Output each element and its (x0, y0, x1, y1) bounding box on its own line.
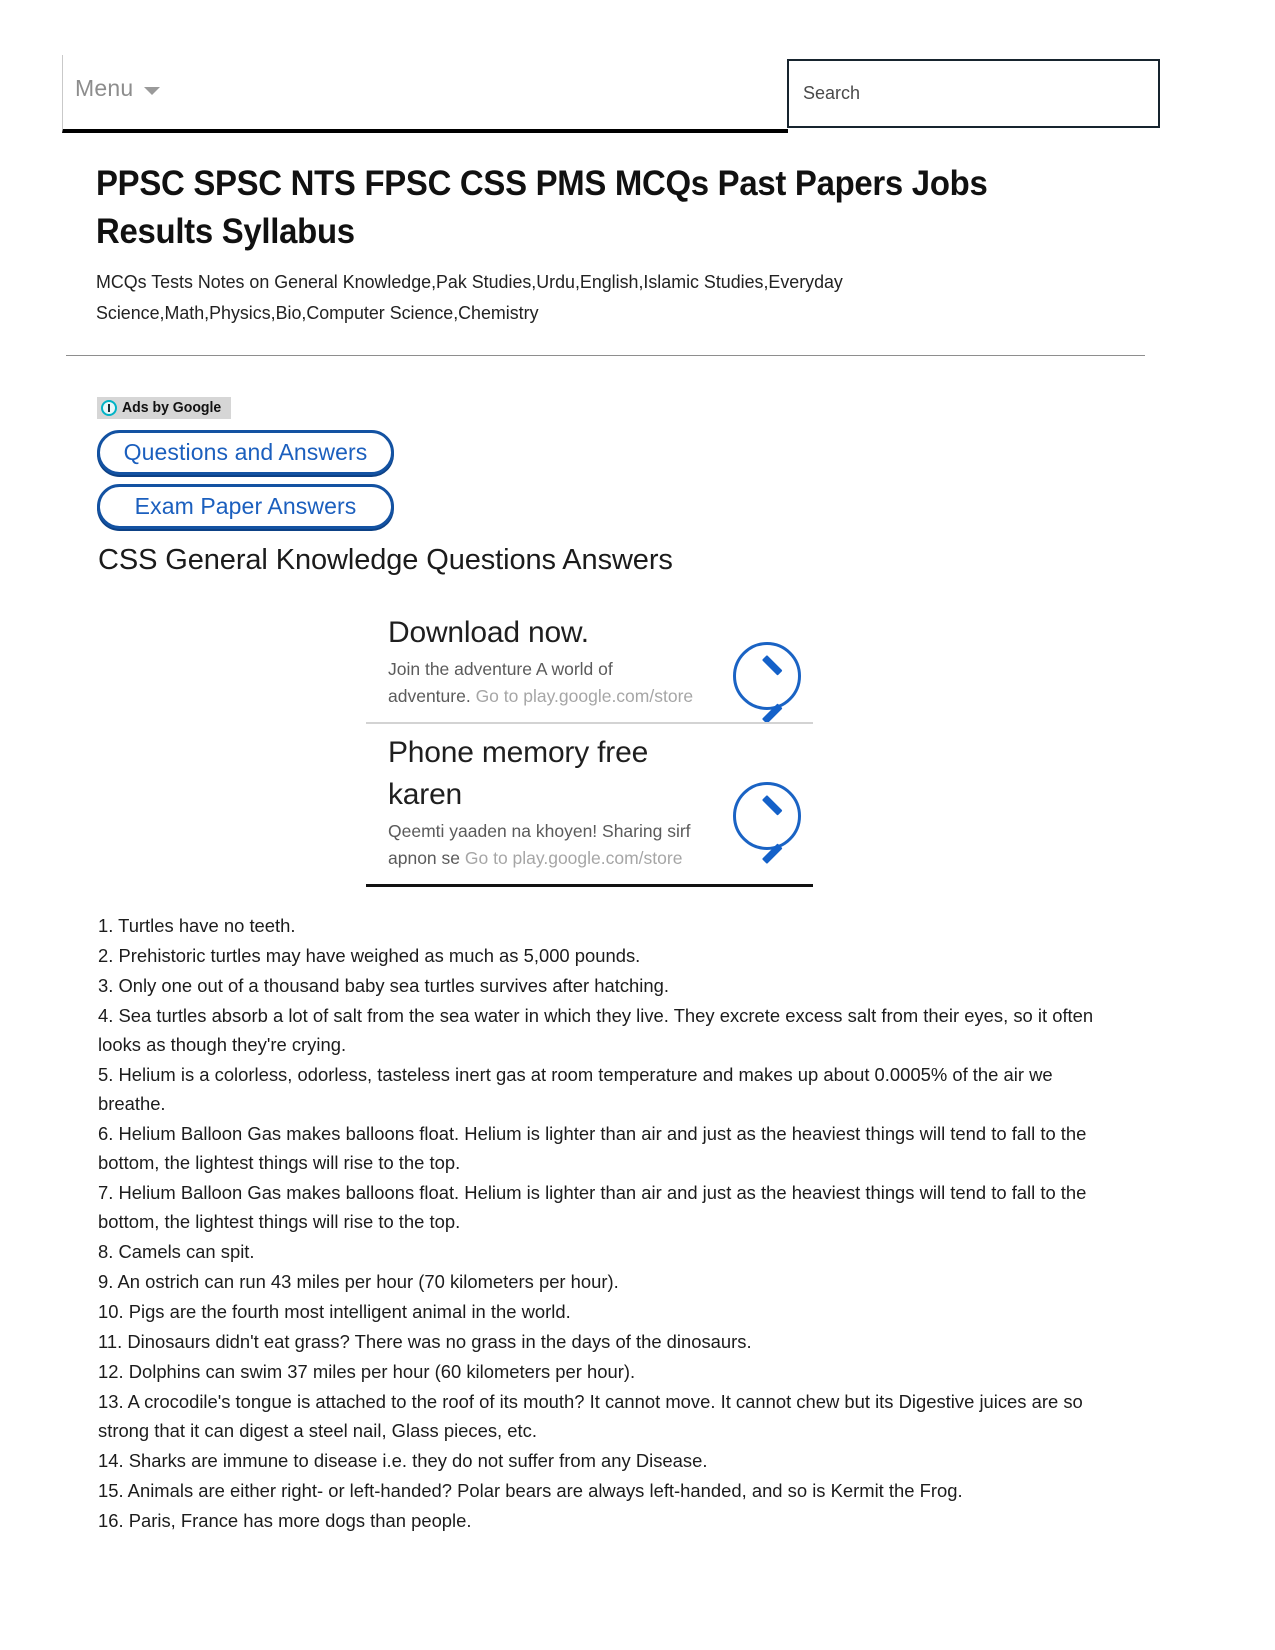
info-circle-icon[interactable] (101, 400, 117, 416)
list-item: 3. Only one out of a thousand baby sea t… (98, 975, 669, 996)
list-item: 16. Paris, France has more dogs than peo… (98, 1510, 472, 1531)
chevron-down-icon (144, 86, 161, 95)
list-item: 4. Sea turtles absorb a lot of salt from… (98, 1005, 1094, 1055)
list-item: 11. Dinosaurs didn't eat grass? There wa… (98, 1331, 752, 1352)
list-item: 6. Helium Balloon Gas makes balloons flo… (98, 1123, 1087, 1173)
list-item: 1. Turtles have no teeth. (98, 915, 296, 936)
ad-description: Qeemti yaaden na khoyen! Sharing sirf ap… (388, 818, 696, 872)
ad-url-text: Go to play.google.com/store (475, 686, 694, 706)
menu-button-label: Menu (75, 75, 134, 101)
ad-description: Join the adventure A world of adventure.… (388, 656, 696, 710)
ad-link-label: Questions and Answers (123, 439, 368, 465)
ad-link-exam-paper-answers[interactable]: Exam Paper Answers (97, 484, 394, 529)
ad-url-text: Go to play.google.com/store (464, 848, 683, 868)
site-header: PPSC SPSC NTS FPSC CSS PMS MCQs Past Pap… (96, 160, 1136, 328)
list-item: 8. Camels can spit. (98, 1241, 255, 1262)
google-ad-unit: Download now. Join the adventure A world… (366, 604, 813, 887)
top-navigation-bar: Menu (62, 55, 788, 133)
search-box[interactable] (787, 59, 1160, 128)
fact-list: 1. Turtles have no teeth. 2. Prehistoric… (98, 911, 1124, 1536)
ad-card-copy: Download now. Join the adventure A world… (366, 612, 696, 710)
ads-by-google-badge[interactable]: Ads by Google (97, 397, 232, 419)
search-input[interactable] (789, 61, 1158, 126)
ad-link-label: Exam Paper Answers (134, 493, 357, 519)
ad-link-questions-and-answers[interactable]: Questions and Answers (97, 430, 394, 475)
list-item: 7. Helium Balloon Gas makes balloons flo… (98, 1182, 1087, 1232)
list-item: 2. Prehistoric turtles may have weighed … (98, 945, 641, 966)
ads-by-google-label: Ads by Google (122, 400, 222, 416)
list-item: 9. An ostrich can run 43 miles per hour … (98, 1271, 619, 1292)
list-item: 14. Sharks are immune to disease i.e. th… (98, 1450, 708, 1471)
chevron-right-circle-icon[interactable] (733, 782, 801, 850)
menu-button[interactable]: Menu (75, 75, 161, 102)
ad-card[interactable]: Download now. Join the adventure A world… (366, 604, 813, 722)
chevron-right-circle-icon[interactable] (733, 642, 801, 710)
ad-card-copy: Phone memory free karen Qeemti yaaden na… (366, 732, 696, 872)
site-tagline: MCQs Tests Notes on General Knowledge,Pa… (96, 271, 843, 323)
list-item: 5. Helium is a colorless, odorless, tast… (98, 1064, 1053, 1114)
list-item: 10. Pigs are the fourth most intelligent… (98, 1301, 571, 1322)
ad-headline[interactable]: Download now. (388, 612, 696, 654)
list-item: 13. A crocodile's tongue is attached to … (98, 1391, 1083, 1441)
list-item: 15. Animals are either right- or left-ha… (98, 1480, 963, 1501)
list-item: 12. Dolphins can swim 37 miles per hour … (98, 1361, 636, 1382)
ad-card[interactable]: Phone memory free karen Qeemti yaaden na… (366, 722, 813, 884)
header-divider (66, 355, 1145, 356)
article-heading: CSS General Knowledge Questions Answers (98, 544, 673, 576)
page-title[interactable]: PPSC SPSC NTS FPSC CSS PMS MCQs Past Pap… (96, 160, 1036, 256)
ad-headline[interactable]: Phone memory free karen (388, 732, 696, 816)
